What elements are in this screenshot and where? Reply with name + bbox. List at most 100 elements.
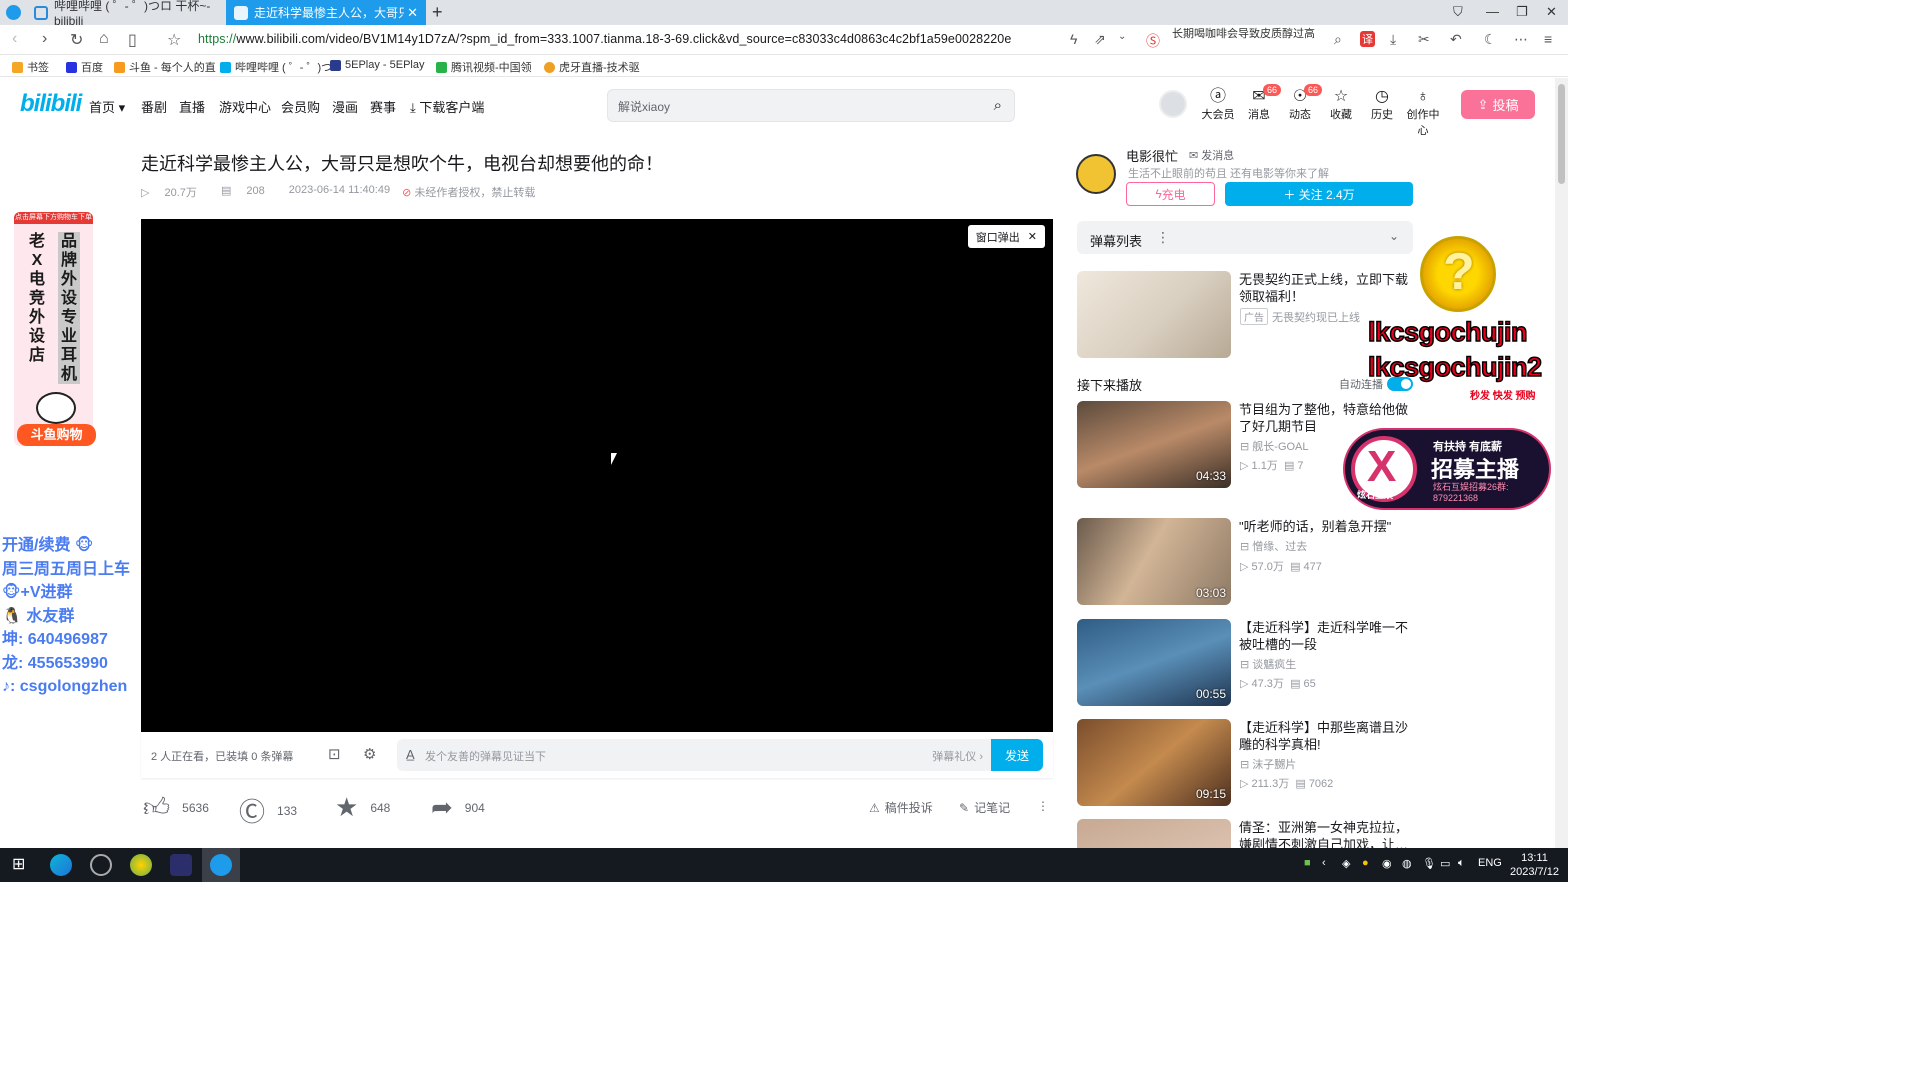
tab-bilibili-home[interactable]: 哔哩哔哩 ( ゜- ゜)つロ 干杯~-bilibili [26, 0, 224, 28]
app-icon[interactable] [130, 854, 152, 876]
shirt-icon[interactable]: ⛉ [1453, 4, 1463, 20]
scrollbar-thumb[interactable] [1558, 84, 1565, 184]
edge-icon[interactable] [50, 854, 72, 876]
more-options-icon[interactable]: ⋮ [1037, 799, 1049, 813]
font-style-icon[interactable]: A̲ [406, 747, 415, 762]
nav-anime[interactable]: 番剧 [141, 97, 167, 116]
nav-live[interactable]: 直播 [179, 97, 205, 116]
close-icon[interactable]: ✕ [1028, 230, 1037, 243]
tray-app-icon[interactable]: ● [1362, 857, 1369, 869]
bookmark-item[interactable]: 书签 [12, 59, 49, 75]
bookmark-item[interactable]: 虎牙直播-技术驱 [544, 59, 640, 75]
header-creator-center[interactable]: ♁ 创作中心 [1403, 88, 1443, 138]
share-icon[interactable]: ⇗ [1094, 31, 1106, 48]
translate-icon[interactable]: 译 [1360, 31, 1375, 47]
danmaku-etiquette-link[interactable]: 弹幕礼仪 › [932, 748, 983, 764]
notes-button[interactable]: ✎ 记笔记 [959, 799, 1010, 816]
send-message-link[interactable]: ✉ 发消息 [1189, 147, 1234, 163]
night-mode-icon[interactable]: ☾ [1484, 31, 1497, 48]
share-button[interactable]: ➦ 904 [431, 792, 485, 823]
network-icon[interactable]: ▭ [1440, 857, 1450, 870]
url-field[interactable]: https://www.bilibili.com/video/BV1M14y1D… [198, 32, 1011, 46]
reload-icon[interactable]: ↻ [70, 30, 83, 50]
hot-search-text[interactable]: 长期喝咖啡会导致皮质醇过高 [1172, 25, 1315, 41]
microphone-icon[interactable]: 🎙︎ [1422, 857, 1436, 870]
forward-icon[interactable]: › [42, 30, 47, 48]
steam-tray-icon[interactable]: ◍ [1402, 857, 1412, 870]
tray-chevron-icon[interactable]: ‹ [1322, 857, 1326, 869]
danmaku-settings-icon[interactable]: ⚙ [363, 745, 376, 763]
search-input[interactable]: 解说xiaoy [618, 98, 670, 115]
minimize-button[interactable]: — [1486, 4, 1499, 19]
send-danmaku-button[interactable]: 发送 [991, 739, 1043, 771]
search-icon[interactable]: ⌕ [1334, 31, 1342, 48]
search-icon[interactable]: ⌕ [994, 97, 1002, 114]
nvidia-icon[interactable]: ■ [1304, 857, 1311, 869]
system-clock[interactable]: 13:11 2023/7/12 [1510, 851, 1559, 879]
video-card-title[interactable]: 【走近科学】走近科学唯一不被吐槽的一段 [1239, 619, 1415, 653]
windows-start-icon[interactable]: ⊞ [12, 854, 25, 874]
steam-icon[interactable] [90, 854, 112, 876]
uploader-avatar[interactable] [1076, 154, 1116, 194]
favorite-button[interactable]: ★ 648 [335, 792, 390, 823]
danmaku-input[interactable]: A̲ 发个友善的弹幕见证当下 弹幕礼仪 › [397, 739, 993, 771]
danmaku-list-toggle[interactable]: 弹幕列表 ⋮ ⌄ [1077, 221, 1413, 254]
video-card-title[interactable]: 【走近科学】中那些离谱且沙雕的科学真相! [1239, 719, 1415, 753]
reader-icon[interactable]: ▯ [128, 30, 137, 50]
header-dynamics[interactable]: ☉ 66 动态 [1280, 84, 1323, 122]
list-item[interactable]: 00:55 【走近科学】走近科学唯一不被吐槽的一段 ⊟ 谈魑疯生 ▷ 47.3万… [1077, 619, 1417, 707]
bookmark-item[interactable]: 5EPlay - 5EPlay [330, 59, 424, 71]
tab-current-video[interactable]: 走近科学最惨主人公，大哥只是想吹… ✕ [226, 0, 426, 25]
video-card-author[interactable]: ⊟ 憎缘、过去 [1240, 538, 1307, 554]
popout-window-button[interactable]: 窗口弹出 ✕ [967, 225, 1045, 248]
chevron-down-icon[interactable]: ⌄ [1118, 31, 1126, 42]
header-history[interactable]: ◷ 历史 [1362, 88, 1402, 122]
video-card-title[interactable]: "听老师的话，别着急开摆" [1239, 518, 1415, 535]
list-item[interactable]: 09:15 【走近科学】中那些离谱且沙雕的科学真相! ⊟ 沫子嬲片 ▷ 211.… [1077, 719, 1417, 807]
star-bookmark-icon[interactable]: ☆ [167, 30, 181, 50]
bookmark-item[interactable]: 哔哩哔哩 ( ゜- ゜)つ [220, 59, 332, 75]
video-player[interactable]: 窗口弹出 ✕ [141, 219, 1053, 732]
bookmark-item[interactable]: 腾讯视频-中国领 [436, 59, 532, 75]
upload-button[interactable]: ⇪ 投稿 [1461, 90, 1535, 119]
volume-icon[interactable]: 🔈︎ [1458, 857, 1465, 870]
back-icon[interactable]: ‹ [12, 30, 17, 48]
bilibili-logo[interactable]: bilibili [20, 90, 82, 118]
ad-card[interactable]: 无畏契约正式上线，立即下载领取福利！ 广告 无畏契约现已上线 [1077, 271, 1417, 359]
like-button[interactable]: 👍︎ 5636 [143, 792, 209, 823]
5e-icon[interactable] [170, 854, 192, 876]
more-vertical-icon[interactable]: ⋮ [1156, 229, 1170, 246]
lightning-icon[interactable]: ϟ [1070, 31, 1077, 47]
list-item[interactable]: 03:03 "听老师的话，别着急开摆" ⊟ 憎缘、过去 ▷ 57.0万 ▤ 47… [1077, 518, 1417, 606]
video-card-author[interactable]: ⊟ 舰长-GOAL [1240, 438, 1309, 454]
report-button[interactable]: ⚠ 稿件投诉 [869, 799, 933, 816]
nav-game-center[interactable]: 游戏中心 [219, 97, 271, 116]
list-item[interactable]: 倩圣：亚洲第一女神克拉拉，嫌剧情不刺激自己加戏，让… [1077, 819, 1417, 848]
header-vip[interactable]: ⓐ 大会员 [1198, 88, 1238, 122]
menu-icon[interactable]: ≡ [1544, 31, 1552, 47]
uploader-name[interactable]: 电影很忙 [1126, 146, 1178, 165]
bookmark-item[interactable]: 百度 [66, 59, 103, 75]
nav-shop[interactable]: 会员购 [281, 97, 320, 116]
header-messages[interactable]: ✉ 66 消息 [1239, 84, 1282, 122]
nav-download-client[interactable]: ⤓ 下载客户端 [410, 97, 484, 116]
more-icon[interactable]: ⋯ [1514, 31, 1528, 48]
download-icon[interactable]: ⤓ [1390, 31, 1396, 48]
nav-home[interactable]: 首页 ▾ [89, 97, 125, 116]
tray-app-icon[interactable]: ◈ [1342, 857, 1350, 870]
nav-manga[interactable]: 漫画 [332, 97, 358, 116]
charge-button[interactable]: ϟ 充电 [1126, 182, 1215, 206]
tray-app-icon[interactable]: ◉ [1382, 857, 1392, 870]
avatar[interactable] [1159, 90, 1187, 118]
close-tab-icon[interactable]: ✕ [407, 5, 418, 21]
scissors-icon[interactable]: ✂ [1418, 31, 1430, 48]
nav-esports[interactable]: 赛事 [370, 97, 396, 116]
follow-button[interactable]: ＋ 关注 2.4万 [1225, 182, 1413, 206]
bookmark-item[interactable]: 斗鱼 - 每个人的直 [114, 59, 216, 75]
home-icon[interactable]: ⌂ [99, 30, 109, 48]
maximize-button[interactable]: ❐ [1516, 4, 1528, 20]
danmaku-toggle-icon[interactable]: ⊡ [328, 745, 341, 763]
video-card-author[interactable]: ⊟ 沫子嬲片 [1240, 756, 1296, 772]
search-engine-icon[interactable]: Ⓢ [1146, 31, 1160, 51]
coin-button[interactable]: Ⓒ 133 [239, 792, 297, 829]
